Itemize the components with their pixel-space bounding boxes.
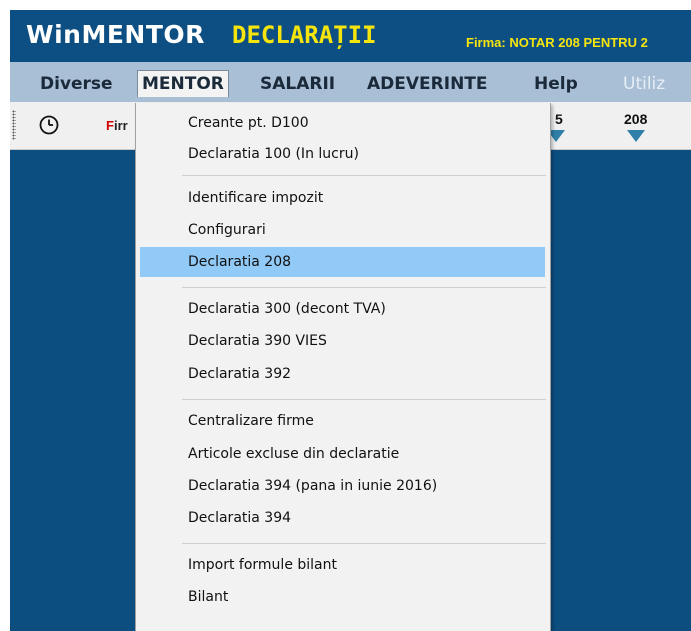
menu-item-declaratia-208[interactable]: Declaratia 208 — [140, 247, 545, 277]
clock-icon[interactable] — [38, 114, 60, 136]
menu-item-configurari[interactable]: Configurari — [140, 215, 545, 245]
menu-item-identificare-impozit[interactable]: Identificare impozit — [140, 183, 545, 213]
company-label: Firma: NOTAR 208 PENTRU 2 — [466, 35, 648, 50]
d5-button-label[interactable]: 5 — [555, 111, 563, 127]
app-window: WinMENTOR DECLARAȚII Firma: NOTAR 208 PE… — [10, 10, 691, 631]
mentor-dropdown-menu: Creante pt. D100 Declaratia 100 (In lucr… — [135, 103, 551, 631]
winmentor-logo: WinMENTOR — [26, 20, 205, 49]
firm-button-rest: irr — [113, 118, 128, 133]
menu-bar: Diverse MENTOR SALARII ADEVERINTE Help U… — [10, 62, 691, 102]
menu-item-import-formule-bilant[interactable]: Import formule bilant — [140, 550, 545, 580]
menu-help[interactable]: Help — [534, 71, 578, 97]
firm-button-initial: F — [106, 118, 114, 133]
menu-separator — [182, 175, 546, 176]
menu-separator — [182, 287, 546, 288]
menu-separator — [182, 399, 546, 400]
menu-item-declaratia-390[interactable]: Declaratia 390 VIES — [140, 326, 545, 356]
menu-salarii[interactable]: SALARII — [260, 71, 335, 97]
menu-utilizatori[interactable]: Utiliz — [623, 71, 665, 97]
menu-item-centralizare-firme[interactable]: Centralizare firme — [140, 406, 545, 436]
menu-separator — [182, 543, 546, 544]
d208-button-label[interactable]: 208 — [624, 111, 647, 127]
menu-item-bilant[interactable]: Bilant — [140, 582, 545, 612]
menu-adeverinte[interactable]: ADEVERINTE — [367, 71, 488, 97]
declaratii-logo: DECLARAȚII — [232, 21, 377, 49]
menu-item-declaratia-392[interactable]: Declaratia 392 — [140, 359, 545, 389]
menu-item-creante-d100[interactable]: Creante pt. D100 — [140, 108, 545, 138]
menu-diverse[interactable]: Diverse — [40, 71, 113, 97]
menu-item-declaratia-300[interactable]: Declaratia 300 (decont TVA) — [140, 294, 545, 324]
menu-item-declaratia-100[interactable]: Declaratia 100 (In lucru) — [140, 139, 545, 169]
menu-item-declaratia-394[interactable]: Declaratia 394 — [140, 503, 545, 533]
firm-button[interactable]: Firr — [106, 118, 128, 133]
toolbar-grip[interactable] — [12, 110, 16, 140]
menu-mentor[interactable]: MENTOR — [137, 70, 229, 97]
arrow-down-icon — [627, 130, 645, 142]
menu-item-declaratia-394-vechi[interactable]: Declaratia 394 (pana in iunie 2016) — [140, 471, 545, 501]
menu-item-articole-excluse[interactable]: Articole excluse din declaratie — [140, 439, 545, 469]
title-bar: WinMENTOR DECLARAȚII Firma: NOTAR 208 PE… — [10, 10, 691, 62]
